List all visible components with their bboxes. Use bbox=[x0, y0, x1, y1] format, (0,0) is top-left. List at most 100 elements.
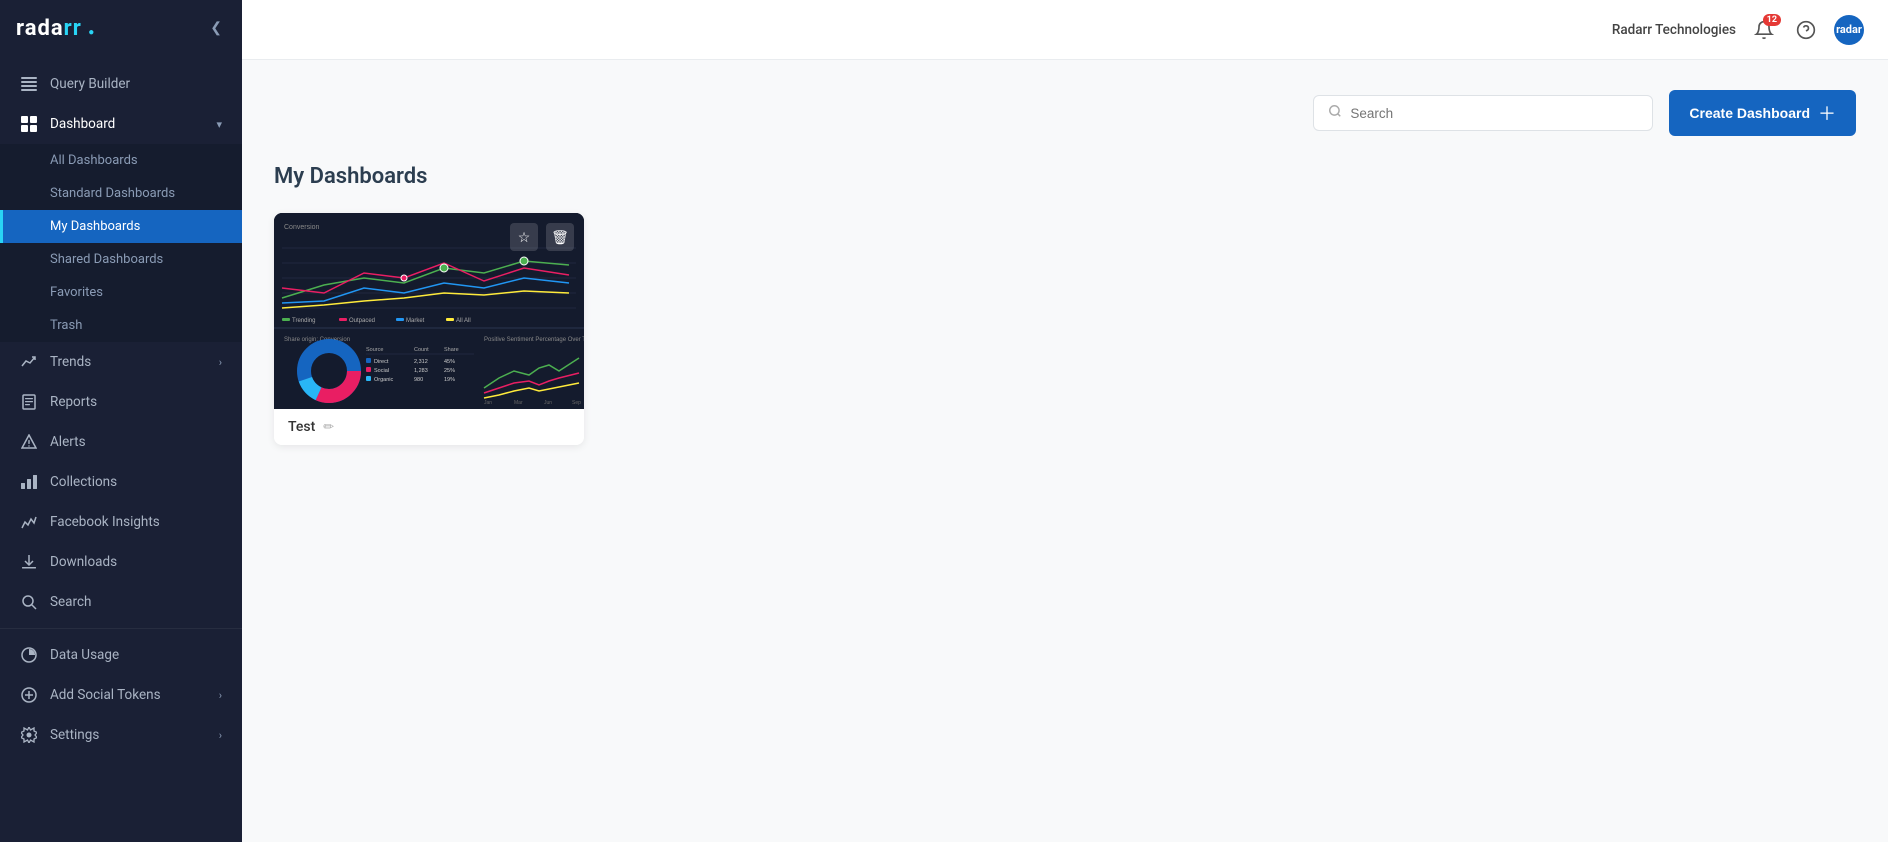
help-button[interactable] bbox=[1792, 16, 1820, 44]
sidebar-item-add-social-tokens[interactable]: Add Social Tokens › bbox=[0, 675, 242, 715]
sidebar-item-label: Dashboard bbox=[50, 116, 204, 132]
svg-text:Trending: Trending bbox=[292, 318, 315, 324]
svg-text:Share: Share bbox=[444, 347, 459, 353]
notification-count-badge: 12 bbox=[1763, 14, 1781, 26]
svg-text:Jun: Jun bbox=[544, 400, 552, 406]
chevron-right-icon: › bbox=[219, 356, 222, 369]
alerts-icon bbox=[20, 433, 38, 451]
dashboard-grid: Conversion bbox=[274, 213, 1856, 445]
svg-text:980: 980 bbox=[414, 377, 423, 383]
sidebar-item-standard-dashboards[interactable]: Standard Dashboards bbox=[0, 177, 242, 210]
sidebar-item-label: Alerts bbox=[50, 434, 222, 450]
favorite-button[interactable]: ☆ bbox=[510, 223, 538, 251]
chevron-right-icon: › bbox=[219, 689, 222, 702]
logo-area: radarr ● ❮ bbox=[0, 0, 242, 56]
sidebar-collapse-button[interactable]: ❮ bbox=[206, 16, 226, 40]
svg-text:Market: Market bbox=[406, 318, 425, 324]
sidebar-item-trends[interactable]: Trends › bbox=[0, 342, 242, 382]
svg-text:Count: Count bbox=[414, 347, 429, 353]
svg-text:1,283: 1,283 bbox=[414, 368, 428, 374]
sidebar-nav: Query Builder Dashboard ▾ All Dashboards… bbox=[0, 56, 242, 842]
nav-divider bbox=[0, 628, 242, 629]
dashboard-search-bar[interactable] bbox=[1313, 95, 1653, 131]
app-logo: radarr ● bbox=[16, 16, 95, 41]
sidebar-item-data-usage[interactable]: Data Usage bbox=[0, 635, 242, 675]
chevron-right-icon: › bbox=[219, 729, 222, 742]
dashboard-card-footer: Test ✏ bbox=[274, 409, 584, 445]
sidebar-item-label: Collections bbox=[50, 474, 222, 490]
svg-text:2,312: 2,312 bbox=[414, 359, 428, 365]
dashboard-sub-nav: All Dashboards Standard Dashboards My Da… bbox=[0, 144, 242, 342]
create-dashboard-button[interactable]: Create Dashboard ＋ bbox=[1669, 90, 1856, 136]
svg-text:Positive Sentiment Percentage: Positive Sentiment Percentage Over Time bbox=[484, 337, 584, 343]
content-topbar: Create Dashboard ＋ bbox=[274, 90, 1856, 136]
svg-text:Mar: Mar bbox=[514, 400, 523, 406]
topbar: Radarr Technologies 12 radar bbox=[242, 0, 1888, 60]
sidebar-item-reports[interactable]: Reports bbox=[0, 382, 242, 422]
dashboard-card-name: Test bbox=[288, 419, 315, 435]
svg-text:All All: All All bbox=[456, 318, 471, 324]
sidebar-item-label: Add Social Tokens bbox=[50, 687, 207, 703]
svg-text:45%: 45% bbox=[444, 359, 455, 365]
sidebar-item-label: Facebook Insights bbox=[50, 514, 222, 530]
main-content: Radarr Technologies 12 radar Create Dash… bbox=[242, 0, 1888, 842]
facebook-insights-icon bbox=[20, 513, 38, 531]
dashboard-card[interactable]: Conversion bbox=[274, 213, 584, 445]
trends-icon bbox=[20, 353, 38, 371]
topbar-user-label: Radarr Technologies bbox=[1612, 22, 1736, 38]
search-icon bbox=[1328, 104, 1342, 122]
sidebar-item-trash[interactable]: Trash bbox=[0, 309, 242, 342]
sidebar-item-query-builder[interactable]: Query Builder bbox=[0, 64, 242, 104]
page-title: My Dashboards bbox=[274, 164, 1856, 189]
user-avatar[interactable]: radar bbox=[1834, 15, 1864, 45]
sidebar-item-label: Settings bbox=[50, 727, 207, 743]
content-area: Create Dashboard ＋ My Dashboards Convers… bbox=[242, 60, 1888, 842]
sidebar-item-label: Downloads bbox=[50, 554, 222, 570]
svg-text:Organic: Organic bbox=[374, 377, 394, 383]
notification-bell-button[interactable]: 12 bbox=[1750, 16, 1778, 44]
svg-text:Conversion: Conversion bbox=[284, 224, 320, 231]
sidebar-item-favorites[interactable]: Favorites bbox=[0, 276, 242, 309]
svg-text:Jan: Jan bbox=[484, 400, 492, 406]
collections-icon bbox=[20, 473, 38, 491]
sidebar-item-alerts[interactable]: Alerts bbox=[0, 422, 242, 462]
data-usage-icon bbox=[20, 646, 38, 664]
sidebar-item-all-dashboards[interactable]: All Dashboards bbox=[0, 144, 242, 177]
sidebar-item-label: Search bbox=[50, 594, 222, 610]
sidebar-item-label: Trends bbox=[50, 354, 207, 370]
search-input[interactable] bbox=[1350, 106, 1638, 121]
downloads-icon bbox=[20, 553, 38, 571]
sidebar: radarr ● ❮ Query Builder Dashboard ▾ All… bbox=[0, 0, 242, 842]
dashboard-icon bbox=[20, 115, 38, 133]
svg-text:Outpaced: Outpaced bbox=[349, 318, 375, 324]
card-actions: ☆ 🗑 bbox=[510, 223, 574, 251]
sidebar-item-label: Data Usage bbox=[50, 647, 222, 663]
sidebar-item-downloads[interactable]: Downloads bbox=[0, 542, 242, 582]
sidebar-item-label: Reports bbox=[50, 394, 222, 410]
svg-text:Sep: Sep bbox=[572, 400, 581, 406]
query-builder-icon bbox=[20, 75, 38, 93]
sidebar-item-settings[interactable]: Settings › bbox=[0, 715, 242, 755]
topbar-right: Radarr Technologies 12 radar bbox=[1612, 15, 1864, 45]
edit-icon[interactable]: ✏ bbox=[323, 420, 334, 435]
sidebar-item-facebook-insights[interactable]: Facebook Insights bbox=[0, 502, 242, 542]
svg-text:Direct: Direct bbox=[374, 359, 389, 365]
sidebar-item-my-dashboards[interactable]: My Dashboards bbox=[0, 210, 242, 243]
sidebar-item-shared-dashboards[interactable]: Shared Dashboards bbox=[0, 243, 242, 276]
search-nav-icon bbox=[20, 593, 38, 611]
svg-text:19%: 19% bbox=[444, 377, 455, 383]
chevron-down-icon: ▾ bbox=[216, 118, 222, 131]
delete-button[interactable]: 🗑 bbox=[546, 223, 574, 251]
svg-text:Social: Social bbox=[374, 368, 389, 374]
plus-icon: ＋ bbox=[1818, 100, 1836, 126]
create-dashboard-label: Create Dashboard bbox=[1689, 105, 1810, 121]
sidebar-item-search[interactable]: Search bbox=[0, 582, 242, 622]
sidebar-item-dashboard[interactable]: Dashboard ▾ bbox=[0, 104, 242, 144]
add-social-tokens-icon bbox=[20, 686, 38, 704]
reports-icon bbox=[20, 393, 38, 411]
sidebar-item-collections[interactable]: Collections bbox=[0, 462, 242, 502]
svg-text:Source: Source bbox=[366, 347, 383, 353]
svg-text:25%: 25% bbox=[444, 368, 455, 374]
settings-icon bbox=[20, 726, 38, 744]
dashboard-card-thumbnail: Conversion bbox=[274, 213, 584, 409]
